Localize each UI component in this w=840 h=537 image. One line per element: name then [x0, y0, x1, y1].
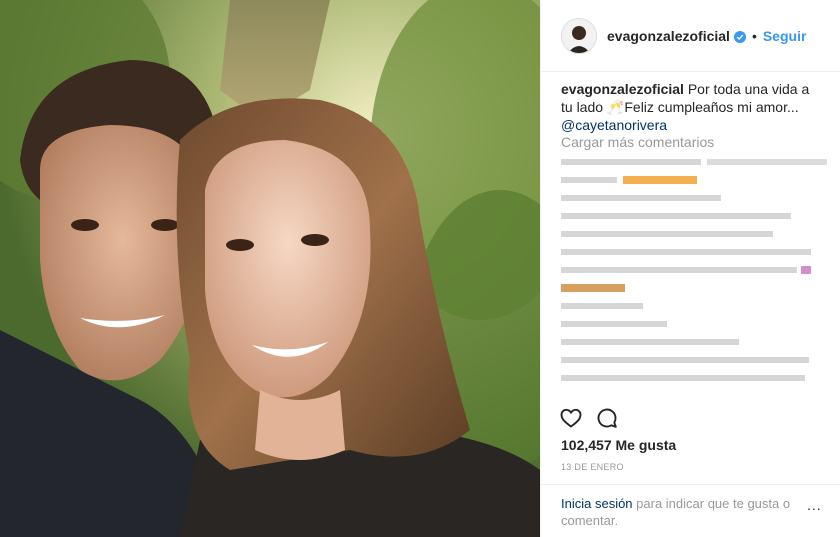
comment-icon[interactable]: [595, 406, 619, 435]
likes-count[interactable]: 102,457 Me gusta: [561, 437, 676, 453]
post-sidebar: evagonzalezoficial • Seguir evagonzalezo…: [540, 0, 840, 537]
separator-dot: •: [751, 27, 757, 44]
caption-username[interactable]: evagonzalezoficial: [561, 81, 684, 97]
comment-redacted: [561, 284, 831, 293]
post-caption: evagonzalezoficial Por toda una vida a t…: [561, 80, 823, 134]
comment-redacted: [561, 302, 831, 311]
login-prompt: Inicia sesión para indicar que te gusta …: [561, 495, 801, 529]
avatar[interactable]: [561, 17, 597, 54]
comment-redacted: [561, 356, 831, 365]
comment-redacted: [561, 176, 831, 185]
post-header: evagonzalezoficial • Seguir: [541, 0, 840, 72]
comment-redacted: [561, 212, 831, 221]
post-actions: [559, 406, 619, 435]
header-username[interactable]: evagonzalezoficial: [607, 28, 730, 44]
comment-redacted: [561, 230, 831, 239]
comment-redacted: [561, 338, 831, 347]
heart-icon[interactable]: [559, 406, 583, 435]
comment-redacted: [561, 158, 831, 167]
comment-redacted: [561, 248, 831, 257]
selfie-image: [0, 0, 540, 537]
login-link[interactable]: Inicia sesión: [561, 496, 633, 511]
verified-badge-icon: [733, 30, 746, 43]
caption-mention[interactable]: @cayetanorivera: [561, 117, 667, 133]
load-more-comments-button[interactable]: Cargar más comentarios: [561, 134, 714, 150]
post-photo[interactable]: [0, 0, 540, 537]
comments-list: [561, 158, 831, 392]
post-date: 13 DE ENERO: [561, 462, 624, 472]
follow-button[interactable]: Seguir: [763, 28, 807, 44]
comment-redacted: [561, 266, 831, 275]
comment-redacted: [561, 194, 831, 203]
comment-redacted: [561, 320, 831, 329]
post-footer: Inicia sesión para indicar que te gusta …: [541, 484, 840, 537]
more-options-icon[interactable]: ...: [807, 497, 822, 513]
comment-redacted: [561, 374, 831, 383]
